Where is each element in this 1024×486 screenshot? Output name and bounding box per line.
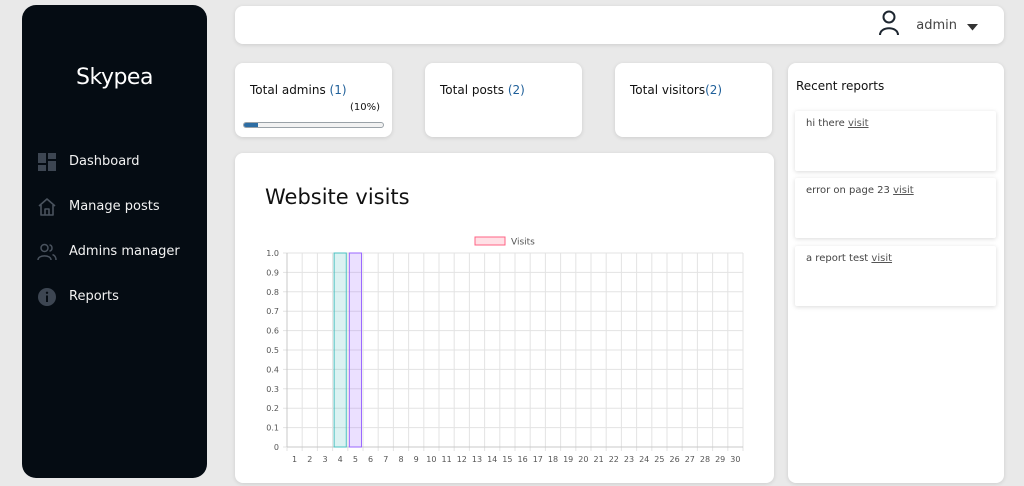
bar-4 — [333, 252, 347, 448]
x-tick-label: 19 — [563, 455, 573, 464]
x-tick-label: 15 — [502, 455, 512, 464]
sidebar-item-admins-manager[interactable]: Admins manager — [36, 229, 201, 274]
sidebar-item-label: Manage posts — [69, 199, 160, 214]
sidebar-item-dashboard[interactable]: Dashboard — [36, 139, 201, 184]
dashboard-icon — [36, 151, 58, 173]
x-tick-label: 27 — [685, 455, 695, 464]
visits-chart: 00.10.20.30.40.50.60.70.80.91.01 2 3 4 5 6 7 8 9… — [266, 236, 744, 464]
sidebar-item-label: Reports — [69, 289, 119, 304]
stat-title-posts: Total posts (2) — [440, 83, 525, 97]
users-icon — [36, 241, 58, 263]
x-tick-label: 12 — [457, 455, 467, 464]
brand-logo: Skypea — [76, 65, 153, 90]
x-tick-label: 29 — [715, 455, 725, 464]
report-visit-link[interactable]: visit — [848, 118, 869, 129]
y-tick-label: 0.7 — [266, 307, 279, 316]
y-tick-label: 0.4 — [266, 365, 279, 374]
home-icon — [36, 196, 58, 218]
stat-count: (2) — [507, 83, 525, 97]
x-tick-label: 28 — [700, 455, 710, 464]
x-tick-label: 22 — [609, 455, 619, 464]
x-tick-label: 1 — [292, 455, 297, 464]
progress-fill — [244, 123, 258, 127]
sidebar-item-reports[interactable]: Reports — [36, 274, 201, 319]
report-text: a report test — [806, 253, 872, 264]
x-tick-label: 9 — [414, 455, 419, 464]
user-icon — [878, 10, 900, 40]
x-tick-label: 13 — [472, 455, 482, 464]
x-tick-label: 10 — [426, 455, 436, 464]
sidebar-item-label: Admins manager — [69, 244, 180, 259]
x-tick-label: 11 — [442, 455, 452, 464]
sidebar: Skypea Dashboard Manage posts Admins man… — [22, 5, 207, 478]
report-text: error on page 23 — [806, 185, 894, 196]
info-icon — [36, 286, 58, 308]
x-tick-label: 14 — [487, 455, 497, 464]
x-tick-label: 16 — [518, 455, 528, 464]
y-tick-label: 0.6 — [266, 327, 279, 336]
stat-count: (2) — [705, 83, 723, 97]
reports-title: Recent reports — [796, 79, 885, 93]
x-tick-label: 26 — [670, 455, 680, 464]
stat-card-posts: Total posts (2) — [425, 63, 582, 137]
admins-progress-bar — [243, 122, 384, 128]
stat-percent: (10%) — [349, 102, 380, 113]
y-tick-label: 0 — [274, 443, 279, 452]
x-tick-label: 4 — [338, 455, 343, 464]
report-item: hi there visit — [795, 111, 996, 171]
x-tick-label: 25 — [654, 455, 664, 464]
stat-title-admins: Total admins (1) — [250, 83, 347, 97]
stat-label: Total posts — [440, 83, 508, 97]
report-text: hi there — [806, 118, 848, 129]
x-tick-label: 2 — [307, 455, 312, 464]
sidebar-nav: Dashboard Manage posts Admins manager Re… — [36, 139, 201, 319]
legend-label: Visits — [511, 238, 535, 248]
x-tick-label: 17 — [533, 455, 543, 464]
x-tick-label: 18 — [548, 455, 558, 464]
user-menu[interactable]: admin — [878, 10, 978, 40]
stat-card-visitors: Total visitors(2) — [615, 63, 772, 137]
y-tick-label: 0.5 — [266, 346, 279, 355]
stat-title-visitors: Total visitors(2) — [630, 83, 722, 97]
y-tick-label: 1.0 — [266, 249, 279, 258]
y-tick-label: 0.8 — [266, 288, 279, 297]
x-tick-label: 3 — [322, 455, 327, 464]
bar-5 — [348, 252, 362, 448]
stat-label: Total admins — [250, 83, 330, 97]
x-tick-label: 5 — [353, 455, 358, 464]
report-item: a report test visit — [795, 246, 996, 306]
x-tick-label: 6 — [368, 455, 373, 464]
y-tick-label: 0.9 — [266, 268, 279, 277]
x-tick-label: 24 — [639, 455, 649, 464]
report-item: error on page 23 visit — [795, 178, 996, 238]
recent-reports-panel: Recent reports hi there visit error on p… — [788, 63, 1004, 483]
top-bar: admin — [235, 6, 1004, 44]
x-tick-label: 30 — [730, 455, 740, 464]
y-tick-label: 0.2 — [266, 404, 279, 413]
stat-label: Total visitors — [630, 83, 706, 97]
x-tick-label: 21 — [594, 455, 604, 464]
stat-count: (1) — [329, 83, 347, 97]
caret-down-icon[interactable] — [967, 16, 978, 35]
stat-card-admins: Total admins (1) (10%) — [235, 63, 392, 137]
report-visit-link[interactable]: visit — [893, 185, 914, 196]
y-tick-label: 0.1 — [266, 424, 279, 433]
user-name: admin — [916, 17, 957, 33]
chart-card: Website visits 0 0.1 0.2 0.3 0.4 0.5 0.6 0.7 0.8… — [235, 153, 774, 483]
x-tick-label: 8 — [398, 455, 403, 464]
legend-swatch — [474, 236, 506, 246]
x-tick-label: 23 — [624, 455, 634, 464]
x-tick-label: 20 — [578, 455, 588, 464]
y-tick-label: 0.3 — [266, 385, 279, 394]
sidebar-item-label: Dashboard — [69, 154, 140, 169]
sidebar-item-manage-posts[interactable]: Manage posts — [36, 184, 201, 229]
report-visit-link[interactable]: visit — [871, 253, 892, 264]
x-tick-label: 7 — [383, 455, 388, 464]
